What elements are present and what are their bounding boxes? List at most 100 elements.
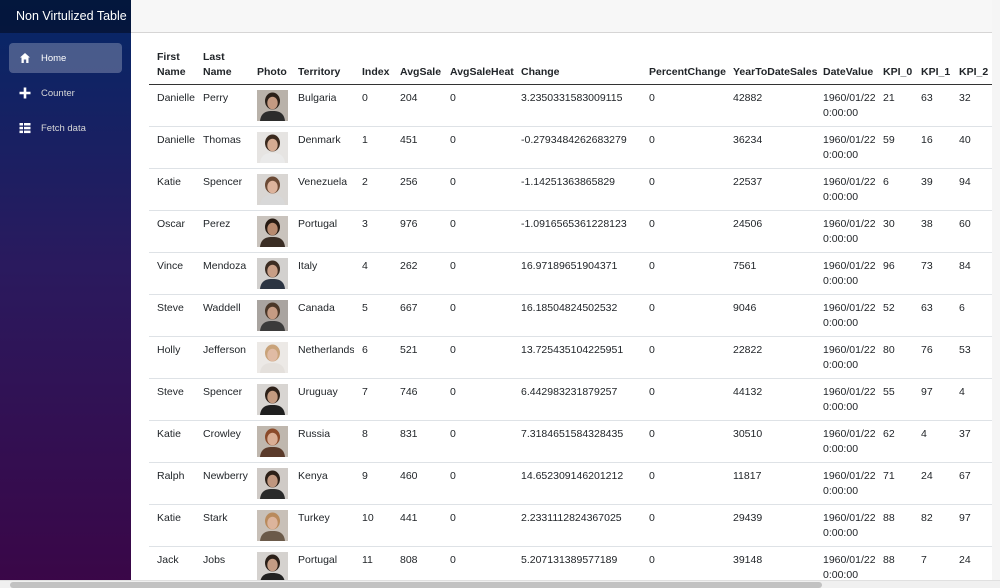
kpi-1-cell: 63 bbox=[913, 294, 951, 337]
first-name-cell: Jack bbox=[149, 546, 195, 580]
kpi-0-cell: 88 bbox=[875, 504, 913, 547]
column-header[interactable]: PercentChange bbox=[641, 50, 726, 85]
territory-cell: Kenya bbox=[290, 462, 354, 505]
table-row[interactable]: Jack Jobs Portugal 11 808 0 5.207131389577189 0… bbox=[149, 546, 1000, 580]
column-header[interactable]: KPI_1 bbox=[913, 50, 951, 85]
change-cell: 3.2350331583009115 bbox=[513, 84, 641, 127]
avg-sale-cell: 256 bbox=[392, 168, 442, 211]
table-row[interactable]: Steve Spencer Uruguay 7 746 0 6.44298323187925… bbox=[149, 378, 1000, 421]
year-to-date-sales-cell: 22822 bbox=[725, 336, 815, 379]
column-header[interactable]: Change bbox=[513, 50, 641, 85]
table-row[interactable]: Oscar Perez Portugal 3 976 0 -1.09165653612281… bbox=[149, 210, 1000, 253]
first-name-cell: Holly bbox=[149, 336, 195, 379]
nav-label: Counter bbox=[41, 87, 75, 99]
column-header[interactable]: AvgSaleHeat bbox=[442, 50, 514, 85]
avatar bbox=[257, 510, 288, 541]
horizontal-scrollbar[interactable] bbox=[0, 580, 1000, 588]
kpi-1-cell: 4 bbox=[913, 420, 951, 463]
percent-change-cell: 0 bbox=[641, 294, 725, 337]
last-name-cell: Crowley bbox=[195, 420, 249, 463]
change-cell: 16.18504824502532 bbox=[513, 294, 641, 337]
avg-sale-cell: 521 bbox=[392, 336, 442, 379]
index-cell: 4 bbox=[354, 252, 392, 295]
change-cell: -1.14251363865829 bbox=[513, 168, 641, 211]
table-row[interactable]: Danielle Perry Bulgaria 0 204 0 3.235033158300… bbox=[149, 84, 1000, 127]
table-row[interactable]: Danielle Thomas Denmark 1 451 0 -0.27934842626… bbox=[149, 126, 1000, 169]
avg-sale-heat-cell: 0 bbox=[442, 336, 513, 379]
kpi-1-cell: 7 bbox=[913, 546, 951, 580]
index-cell: 6 bbox=[354, 336, 392, 379]
first-name-cell: Steve bbox=[149, 294, 195, 337]
date-value-cell: 1960/01/22 0:00:00 bbox=[815, 294, 875, 337]
column-header[interactable]: AvgSale bbox=[392, 50, 442, 85]
avatar bbox=[257, 426, 288, 457]
table-row[interactable]: Holly Jefferson Netherlands 6 521 0 13.7254351… bbox=[149, 336, 1000, 379]
kpi-1-cell: 39 bbox=[913, 168, 951, 211]
column-header[interactable]: Territory bbox=[290, 50, 354, 85]
territory-cell: Venezuela bbox=[290, 168, 354, 211]
kpi-1-cell: 76 bbox=[913, 336, 951, 379]
last-name-cell: Waddell bbox=[195, 294, 249, 337]
kpi-0-cell: 21 bbox=[875, 84, 913, 127]
photo-cell bbox=[249, 504, 290, 547]
column-header[interactable]: KPI_0 bbox=[875, 50, 913, 85]
table-row[interactable]: Katie Stark Turkey 10 441 0 2.2331112824367025… bbox=[149, 504, 1000, 547]
photo-cell bbox=[249, 378, 290, 421]
last-name-cell: Jobs bbox=[195, 546, 249, 580]
last-name-cell: Jefferson bbox=[195, 336, 249, 379]
nav-item-home[interactable]: Home bbox=[9, 43, 122, 73]
avatar bbox=[257, 216, 288, 247]
kpi-0-cell: 6 bbox=[875, 168, 913, 211]
column-header[interactable]: YearToDateSales bbox=[725, 50, 817, 85]
avg-sale-cell: 746 bbox=[392, 378, 442, 421]
percent-change-cell: 0 bbox=[641, 420, 725, 463]
column-header[interactable]: Photo bbox=[249, 50, 290, 85]
app-title[interactable]: Non Virtulized Table bbox=[0, 0, 131, 33]
table-row[interactable]: Katie Crowley Russia 8 831 0 7.318465158432843… bbox=[149, 420, 1000, 463]
kpi-0-cell: 30 bbox=[875, 210, 913, 253]
avg-sale-heat-cell: 0 bbox=[442, 420, 513, 463]
index-cell: 3 bbox=[354, 210, 392, 253]
territory-cell: Portugal bbox=[290, 210, 354, 253]
avg-sale-cell: 441 bbox=[392, 504, 442, 547]
kpi-1-cell: 24 bbox=[913, 462, 951, 505]
avg-sale-heat-cell: 0 bbox=[442, 126, 513, 169]
index-cell: 5 bbox=[354, 294, 392, 337]
column-header[interactable]: First Name bbox=[149, 50, 195, 85]
table-row[interactable]: Vince Mendoza Italy 4 262 0 16.97189651904371 0… bbox=[149, 252, 1000, 295]
avg-sale-heat-cell: 0 bbox=[442, 504, 513, 547]
date-value-cell: 1960/01/22 0:00:00 bbox=[815, 168, 875, 211]
kpi-0-cell: 55 bbox=[875, 378, 913, 421]
avg-sale-heat-cell: 0 bbox=[442, 84, 513, 127]
column-header[interactable]: Index bbox=[354, 50, 392, 85]
change-cell: -1.0916565361228123 bbox=[513, 210, 641, 253]
avg-sale-cell: 204 bbox=[392, 84, 442, 127]
avg-sale-heat-cell: 0 bbox=[442, 378, 513, 421]
year-to-date-sales-cell: 29439 bbox=[725, 504, 815, 547]
table-row[interactable]: Steve Waddell Canada 5 667 0 16.18504824502532… bbox=[149, 294, 1000, 337]
photo-cell bbox=[249, 84, 290, 127]
territory-cell: Bulgaria bbox=[290, 84, 354, 127]
last-name-cell: Spencer bbox=[195, 168, 249, 211]
column-header[interactable]: Last Name bbox=[195, 50, 249, 85]
top-bar bbox=[131, 0, 1000, 33]
change-cell: 14.652309146201212 bbox=[513, 462, 641, 505]
nav-menu: Home Counter Fetch data bbox=[0, 33, 131, 143]
nav-item-fetch-data[interactable]: Fetch data bbox=[9, 113, 122, 143]
kpi-1-cell: 82 bbox=[913, 504, 951, 547]
kpi-0-cell: 88 bbox=[875, 546, 913, 580]
table-row[interactable]: Katie Spencer Venezuela 2 256 0 -1.14251363865… bbox=[149, 168, 1000, 211]
year-to-date-sales-cell: 9046 bbox=[725, 294, 815, 337]
horizontal-scrollbar-thumb[interactable] bbox=[10, 582, 822, 588]
year-to-date-sales-cell: 42882 bbox=[725, 84, 815, 127]
table-row[interactable]: Ralph Newberry Kenya 9 460 0 14.65230914620121… bbox=[149, 462, 1000, 505]
last-name-cell: Perry bbox=[195, 84, 249, 127]
avg-sale-heat-cell: 0 bbox=[442, 294, 513, 337]
territory-cell: Italy bbox=[290, 252, 354, 295]
photo-cell bbox=[249, 126, 290, 169]
column-header[interactable]: DateValue bbox=[815, 50, 875, 85]
nav-item-counter[interactable]: Counter bbox=[9, 78, 122, 108]
year-to-date-sales-cell: 24506 bbox=[725, 210, 815, 253]
index-cell: 8 bbox=[354, 420, 392, 463]
vertical-scrollbar[interactable] bbox=[992, 0, 1000, 580]
